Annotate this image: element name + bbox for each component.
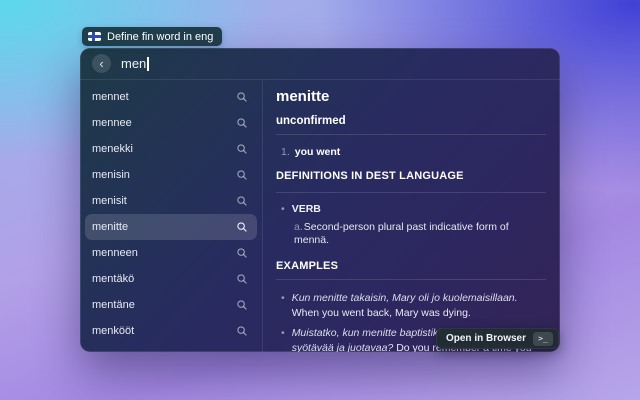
search-icon [236,273,248,285]
part-of-speech: VERB [281,203,546,216]
translation-number: 1. [281,146,290,158]
result-word: menneen [92,247,138,259]
result-row[interactable]: menekki [85,136,257,162]
result-word: menisit [92,195,127,207]
command-badge[interactable]: Define fin word in eng [82,27,222,46]
search-icon [236,117,248,129]
result-row[interactable]: mentäkö [85,266,257,292]
command-badge-label: Define fin word in eng [107,31,213,43]
search-input[interactable]: men [121,56,149,71]
open-in-browser-button[interactable]: Open in Browser >_ [436,328,559,349]
translation-text: you went [295,146,341,158]
results-list: mennet mennee menekki menisin menisit me… [80,80,262,352]
divider [276,279,546,280]
result-word: mennee [92,117,132,129]
sense-text: Second-person plural past indicative for… [294,221,509,246]
definitions-heading: DEFINITIONS IN DEST LANGUAGE [276,170,546,183]
search-icon [236,299,248,311]
result-row[interactable]: mennee [85,110,257,136]
result-row[interactable]: menneen [85,240,257,266]
text-caret [147,57,149,71]
search-icon [236,169,248,181]
definition-sense: a.Second-person plural past indicative f… [294,221,546,247]
finland-flag-icon [88,32,101,41]
example-source: Kun menitte takaisin, Mary oli jo kuolem… [292,292,518,304]
search-icon [236,195,248,207]
result-row[interactable]: mentäne [85,292,257,318]
result-row[interactable]: menisit [85,188,257,214]
shortcut-key-icon: >_ [533,332,553,346]
result-word: menisin [92,169,130,181]
example-item: Kun menitte takaisin, Mary oli jo kuolem… [281,291,546,321]
example-translation: When you went back, Mary was dying. [292,307,471,319]
result-word: menekki [92,143,133,155]
result-row[interactable]: menisin [85,162,257,188]
divider [276,192,546,193]
result-row[interactable]: menkööt [85,318,257,344]
sense-letter: a. [294,221,303,233]
open-in-browser-label: Open in Browser [446,333,526,344]
translation-item: 1. you went [281,146,546,159]
result-word: menkööt [92,325,134,337]
result-row[interactable]: menitte [85,214,257,240]
chevron-left-icon: ‹ [99,57,103,70]
dictionary-window: ‹ men mennet mennee menekki menisin meni… [80,48,560,352]
result-word: mentäne [92,299,135,311]
word-status: unconfirmed [276,115,546,128]
search-icon [236,91,248,103]
divider [276,134,546,135]
back-button[interactable]: ‹ [92,54,111,73]
definition-item: VERB a.Second-person plural past indicat… [281,203,546,247]
search-icon [236,247,248,259]
search-bar: ‹ men [80,48,560,80]
search-icon [236,221,248,233]
result-word: mennet [92,91,129,103]
window-content: mennet mennee menekki menisin menisit me… [80,80,560,352]
result-word: mentäkö [92,273,134,285]
search-icon [236,325,248,337]
search-icon [236,143,248,155]
result-word: menitte [92,221,128,233]
word-title: menitte [276,88,546,105]
detail-panel: menitte unconfirmed 1. you went DEFINITIO… [262,80,560,352]
examples-heading: EXAMPLES [276,260,546,273]
result-row[interactable]: mennet [85,84,257,110]
search-query-text: men [121,56,146,71]
